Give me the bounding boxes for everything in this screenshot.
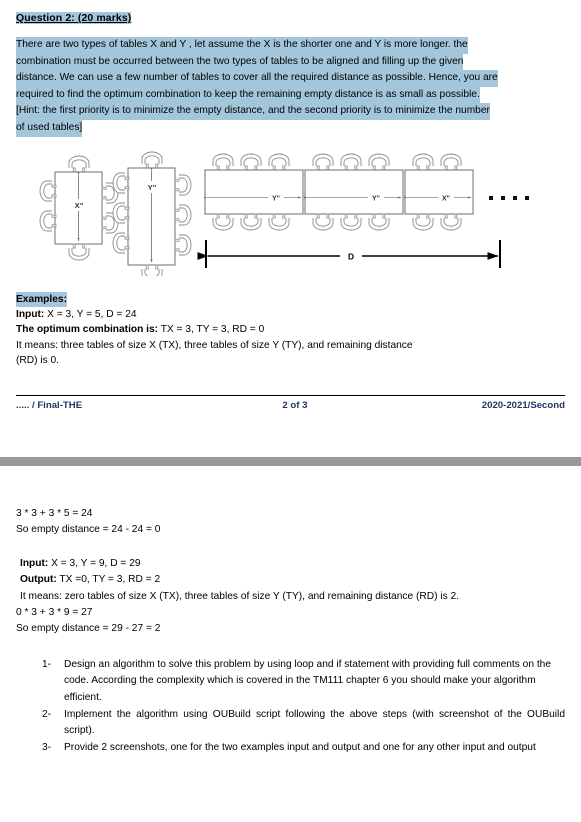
task-item-1: 1- Design an algorithm to solve this pro… (16, 657, 565, 707)
examples-heading: Examples: (16, 291, 67, 307)
row-label-y-1: Y" (272, 195, 280, 202)
example1-input-line: Input: X = 3, Y = 5, D = 24 (16, 307, 565, 323)
document-page-2: Question 2: (20 marks) There are two typ… (0, 0, 581, 756)
tables-diagram-svg: X" Y" Y" Y" X" D (39, 151, 529, 276)
page-gap (0, 411, 581, 457)
label-x-vertical: X" (75, 201, 84, 210)
task-text-3: Provide 2 screenshots, one for the two e… (64, 741, 536, 753)
example1-calc-line-2: So empty distance = 24 - 24 = 0 (16, 524, 161, 536)
examples-section: Examples: Input: X = 3, Y = 5, D = 24 Th… (0, 289, 581, 369)
example2-calc-line-1: 0 * 3 + 3 * 9 = 27 (16, 606, 93, 618)
question-paragraph: There are two types of tables X and Y , … (0, 37, 581, 137)
paragraph-line: [Hint: the first priority is to minimize… (16, 103, 490, 120)
example1-meaning-line-2: (RD) is 0. (16, 355, 60, 367)
task-item-3: 3- Provide 2 screenshots, one for the tw… (16, 740, 565, 757)
ellipsis-icon (489, 195, 529, 200)
examples-heading-row: Examples: (16, 289, 565, 307)
example1-calc-line-1: 3 * 3 + 3 * 5 = 24 (16, 507, 93, 519)
example2-block: Input: X = 3, Y = 9, D = 29 Output: TX =… (16, 556, 565, 605)
paragraph-line: distance. We can use a few number of tab… (16, 70, 498, 87)
paragraph-line: of used tables] (16, 119, 83, 137)
page-break-divider (0, 456, 581, 466)
example2-output-label: Output: (20, 574, 57, 586)
question-title-row: Question 2: (20 marks) (0, 0, 581, 26)
distance-dimension: D (197, 239, 501, 268)
example1-input-value: X = 3, Y = 5, D = 24 (44, 308, 137, 320)
example1-meaning-line-1: It means: three tables of size X (TX), t… (16, 339, 413, 351)
paragraph-line: combination must be occurred between the… (16, 53, 464, 71)
example1-optimum-value: TX = 3, TY = 3, RD = 0 (158, 324, 265, 336)
distance-label: D (348, 251, 354, 261)
task-number-2: 2- (42, 708, 52, 720)
page-footer: ..... / Final-THE 2 of 3 2020-2021/Secon… (0, 394, 581, 411)
row-label-x: X" (442, 195, 450, 202)
example1-optimum-label: The optimum combination is: (16, 324, 159, 336)
example2-input-value: X = 3, Y = 9, D = 29 (48, 557, 141, 569)
document-page-3: 3 * 3 + 3 * 5 = 24 So empty distance = 2… (0, 466, 581, 756)
paragraph-line: required to find the optimum combination… (16, 86, 480, 104)
footer-left-text: ..... / Final-THE (16, 399, 83, 411)
example1-input-label: Input: (16, 308, 45, 320)
task-item-2: 2- Implement the algorithm using OUBuild… (16, 707, 565, 740)
example2-meaning-line: It means: zero tables of size X (TX), th… (20, 590, 459, 602)
table-y-vertical: Y" (112, 151, 192, 276)
table-x-vertical: X" (39, 155, 119, 261)
label-y-vertical: Y" (148, 183, 157, 192)
example1-optimum-line: The optimum combination is: TX = 3, TY =… (16, 322, 565, 338)
tables-diagram: X" Y" Y" Y" X" D (0, 151, 581, 276)
paragraph-line: There are two types of tables X and Y , … (16, 37, 468, 54)
footer-right-text: 2020-2021/Second (481, 399, 565, 411)
task-number-3: 3- (42, 741, 52, 753)
tasks-list: 1- Design an algorithm to solve this pro… (16, 657, 565, 757)
example2-calc-line-2: So empty distance = 29 - 27 = 2 (16, 623, 161, 635)
task-text-2: Implement the algorithm using OUBuild sc… (64, 708, 565, 737)
example2-input-line: Input: X = 3, Y = 9, D = 29 (20, 556, 565, 572)
row-label-y-2: Y" (372, 195, 380, 202)
task-text-1: Design an algorithm to solve this proble… (64, 658, 551, 703)
tables-row-horizontal: Y" Y" X" (203, 153, 529, 231)
footer-page-number: 2 of 3 (282, 399, 308, 411)
task-number-1: 1- (42, 658, 52, 670)
page-title: Question 2: (20 marks) (16, 12, 132, 24)
example2-input-label: Input: (20, 557, 49, 569)
example2-output-line: Output: TX =0, TY = 3, RD = 2 (20, 572, 565, 588)
example2-output-value: TX =0, TY = 3, RD = 2 (56, 574, 161, 586)
